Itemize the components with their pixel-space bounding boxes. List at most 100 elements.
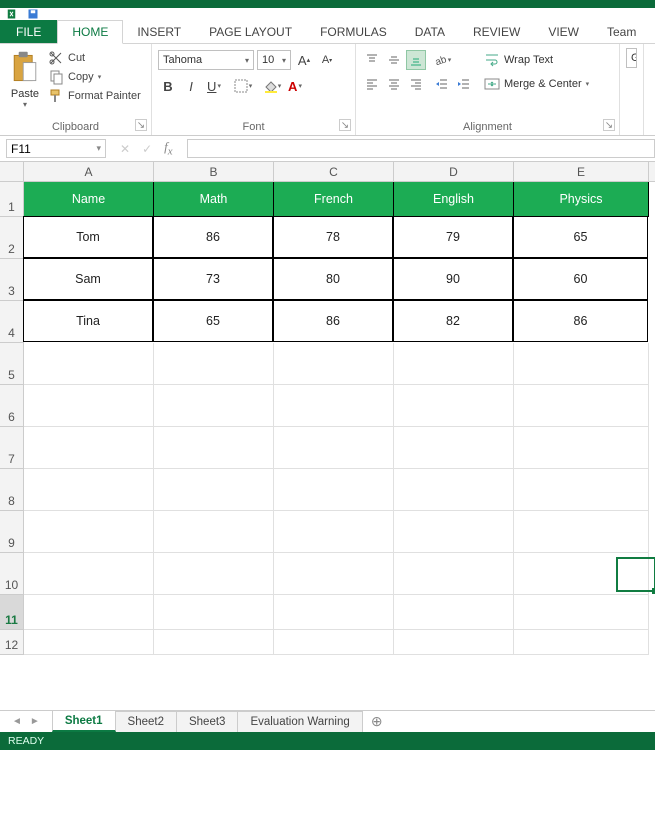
align-middle-button[interactable] xyxy=(384,50,404,70)
decrease-indent-button[interactable] xyxy=(432,74,452,94)
row-header-2[interactable]: 2 xyxy=(0,217,23,259)
merge-center-button[interactable]: Merge & Center ▾ xyxy=(480,74,593,94)
row-header-6[interactable]: 6 xyxy=(0,385,23,427)
copy-button[interactable]: Copy▾ xyxy=(48,69,141,85)
cell-E4[interactable]: 86 xyxy=(513,300,648,342)
cell-D7[interactable] xyxy=(394,427,514,469)
cell-C2[interactable]: 78 xyxy=(273,216,393,258)
decrease-font-button[interactable]: A▾ xyxy=(317,50,337,70)
tab-home[interactable]: HOME xyxy=(57,20,123,44)
cell-D2[interactable]: 79 xyxy=(393,216,513,258)
cell-D3[interactable]: 90 xyxy=(393,258,513,300)
row-header-7[interactable]: 7 xyxy=(0,427,23,469)
clipboard-dialog-launcher[interactable]: ↘ xyxy=(135,119,147,131)
column-header-C[interactable]: C xyxy=(274,162,394,181)
cell-C5[interactable] xyxy=(274,343,394,385)
cell-E8[interactable] xyxy=(514,469,649,511)
cell-C6[interactable] xyxy=(274,385,394,427)
orientation-button[interactable]: ab▾ xyxy=(432,50,452,70)
cell-A10[interactable] xyxy=(24,553,154,595)
sheet-tab-3[interactable]: Sheet3 xyxy=(177,711,238,732)
cell-B4[interactable]: 65 xyxy=(153,300,273,342)
align-center-button[interactable] xyxy=(384,74,404,94)
save-icon[interactable] xyxy=(26,8,40,20)
formula-input[interactable] xyxy=(187,139,655,158)
row-header-12[interactable]: 12 xyxy=(0,630,23,655)
fill-color-button[interactable]: ▾ xyxy=(262,76,282,96)
cell-C10[interactable] xyxy=(274,553,394,595)
cell-B7[interactable] xyxy=(154,427,274,469)
align-bottom-button[interactable] xyxy=(406,50,426,70)
align-left-button[interactable] xyxy=(362,74,382,94)
cell-A4[interactable]: Tina xyxy=(23,300,153,342)
cell-C4[interactable]: 86 xyxy=(273,300,393,342)
cell-A12[interactable] xyxy=(24,630,154,655)
italic-button[interactable]: I xyxy=(181,76,201,96)
tab-team[interactable]: Team xyxy=(593,20,650,43)
cell-A1[interactable]: Name xyxy=(24,182,154,217)
name-box[interactable]: ▾ xyxy=(6,139,106,158)
font-size-dropdown[interactable]: 10▾ xyxy=(257,50,291,70)
cell-D1[interactable]: English xyxy=(394,182,514,217)
chevron-down-icon[interactable]: ▾ xyxy=(96,143,101,154)
paste-button[interactable]: Paste ▾ xyxy=(6,48,44,111)
cell-A8[interactable] xyxy=(24,469,154,511)
cell-B5[interactable] xyxy=(154,343,274,385)
cell-E5[interactable] xyxy=(514,343,649,385)
cell-A3[interactable]: Sam xyxy=(23,258,153,300)
row-header-5[interactable]: 5 xyxy=(0,343,23,385)
cell-D8[interactable] xyxy=(394,469,514,511)
cell-A6[interactable] xyxy=(24,385,154,427)
cell-E7[interactable] xyxy=(514,427,649,469)
row-header-11[interactable]: 11 xyxy=(0,595,23,630)
cell-A9[interactable] xyxy=(24,511,154,553)
cancel-formula-button[interactable]: ✕ xyxy=(120,142,130,156)
cell-E9[interactable] xyxy=(514,511,649,553)
select-all-corner[interactable] xyxy=(0,162,24,182)
align-right-button[interactable] xyxy=(406,74,426,94)
cell-D6[interactable] xyxy=(394,385,514,427)
cell-E3[interactable]: 60 xyxy=(513,258,648,300)
sheet-nav-prev[interactable]: ◄ xyxy=(12,716,22,727)
column-header-E[interactable]: E xyxy=(514,162,649,181)
row-header-1[interactable]: 1 xyxy=(0,182,23,217)
borders-button[interactable]: ▾ xyxy=(233,76,253,96)
column-header-D[interactable]: D xyxy=(394,162,514,181)
sheet-tab-1[interactable]: Sheet1 xyxy=(52,710,116,732)
font-dialog-launcher[interactable]: ↘ xyxy=(339,119,351,131)
cell-C7[interactable] xyxy=(274,427,394,469)
cell-B9[interactable] xyxy=(154,511,274,553)
column-header-B[interactable]: B xyxy=(154,162,274,181)
cell-D5[interactable] xyxy=(394,343,514,385)
cell-A5[interactable] xyxy=(24,343,154,385)
cell-D10[interactable] xyxy=(394,553,514,595)
cell-C3[interactable]: 80 xyxy=(273,258,393,300)
wrap-text-button[interactable]: Wrap Text xyxy=(480,50,593,70)
row-header-8[interactable]: 8 xyxy=(0,469,23,511)
cell-C11[interactable] xyxy=(274,595,394,630)
alignment-dialog-launcher[interactable]: ↘ xyxy=(603,119,615,131)
row-header-4[interactable]: 4 xyxy=(0,301,23,343)
tab-pagelayout[interactable]: PAGE LAYOUT xyxy=(195,20,306,43)
cell-C1[interactable]: French xyxy=(274,182,394,217)
row-header-10[interactable]: 10 xyxy=(0,553,23,595)
format-painter-button[interactable]: Format Painter xyxy=(48,88,141,104)
sheet-tab-warning[interactable]: Evaluation Warning xyxy=(238,711,362,732)
cell-E2[interactable]: 65 xyxy=(513,216,648,258)
cell-D12[interactable] xyxy=(394,630,514,655)
cell-C12[interactable] xyxy=(274,630,394,655)
cell-B2[interactable]: 86 xyxy=(153,216,273,258)
tab-view[interactable]: VIEW xyxy=(534,20,593,43)
row-header-3[interactable]: 3 xyxy=(0,259,23,301)
cell-E12[interactable] xyxy=(514,630,649,655)
sheet-tab-2[interactable]: Sheet2 xyxy=(116,711,177,732)
cell-B10[interactable] xyxy=(154,553,274,595)
underline-button[interactable]: U▾ xyxy=(204,76,224,96)
cell-E6[interactable] xyxy=(514,385,649,427)
tab-insert[interactable]: INSERT xyxy=(123,20,195,43)
cut-button[interactable]: Cut xyxy=(48,50,141,66)
cell-A7[interactable] xyxy=(24,427,154,469)
fx-icon[interactable]: fx xyxy=(164,139,172,158)
cell-B12[interactable] xyxy=(154,630,274,655)
increase-font-button[interactable]: A▴ xyxy=(294,50,314,70)
